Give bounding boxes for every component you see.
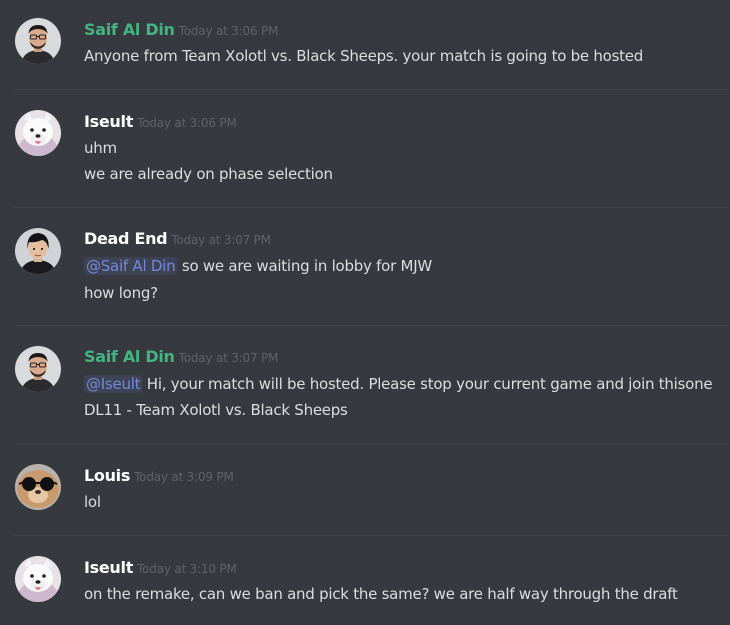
author-name[interactable]: Louis [84, 466, 130, 485]
message-divider [14, 89, 730, 90]
text-segment: DL11 - Team Xolotl vs. Black Sheeps [84, 401, 348, 419]
text-segment: so we are waiting in lobby for MJW [177, 257, 432, 275]
louis-avatar[interactable] [15, 464, 61, 510]
timestamp: Today at 3:06 PM [137, 116, 237, 130]
timestamp: Today at 3:10 PM [137, 562, 237, 576]
message-text: Anyone from Team Xolotl vs. Black Sheeps… [84, 44, 643, 68]
message-header: Saif Al Din Today at 3:07 PM [84, 346, 278, 368]
text-segment: on the remake, can we ban and pick the s… [84, 585, 678, 603]
timestamp: Today at 3:07 PM [171, 233, 271, 247]
author-name[interactable]: Dead End [84, 229, 168, 248]
text-segment: Hi, your match will be hosted. Please st… [142, 375, 713, 393]
message-header: Louis Today at 3:09 PM [84, 465, 234, 487]
message-header: Iseult Today at 3:06 PM [84, 111, 237, 133]
text-segment: how long? [84, 284, 158, 302]
message-text: DL11 - Team Xolotl vs. Black Sheeps [84, 398, 348, 422]
message-header: Saif Al Din Today at 3:06 PM [84, 19, 278, 41]
timestamp: Today at 3:09 PM [134, 470, 234, 484]
message-divider [14, 443, 730, 444]
message-text: on the remake, can we ban and pick the s… [84, 582, 678, 606]
chat-message-list: Saif Al Din Today at 3:06 PM Anyone from T… [0, 0, 730, 625]
iseult-avatar[interactable] [15, 556, 61, 602]
timestamp: Today at 3:07 PM [178, 351, 279, 365]
message-divider [14, 325, 730, 326]
deadend-avatar[interactable] [15, 228, 61, 274]
user-mention[interactable]: @Saif Al Din [84, 257, 178, 275]
message-text: @Iseult Hi, your match will be hosted. P… [84, 372, 713, 396]
author-name[interactable]: Saif Al Din [84, 347, 175, 366]
message-text: we are already on phase selection [84, 162, 333, 186]
message-text: lol [84, 490, 101, 514]
iseult-avatar[interactable] [15, 110, 61, 156]
timestamp: Today at 3:06 PM [178, 24, 279, 38]
message-text: @Saif Al Din so we are waiting in lobby … [84, 254, 432, 278]
text-segment: we are already on phase selection [84, 165, 333, 183]
saif-avatar[interactable] [15, 346, 61, 392]
author-name[interactable]: Saif Al Din [84, 20, 175, 39]
message-divider [14, 535, 730, 536]
user-mention[interactable]: @Iseult [84, 375, 143, 393]
message-header: Dead End Today at 3:07 PM [84, 228, 271, 250]
text-segment: uhm [84, 139, 117, 157]
message-header: Iseult Today at 3:10 PM [84, 557, 237, 579]
message-text: uhm [84, 136, 117, 160]
message-divider [14, 207, 730, 208]
author-name[interactable]: Iseult [84, 558, 133, 577]
message-text: how long? [84, 281, 158, 305]
text-segment: lol [84, 493, 101, 511]
saif-avatar[interactable] [15, 18, 61, 64]
author-name[interactable]: Iseult [84, 112, 133, 131]
text-segment: Anyone from Team Xolotl vs. Black Sheeps… [84, 47, 644, 65]
